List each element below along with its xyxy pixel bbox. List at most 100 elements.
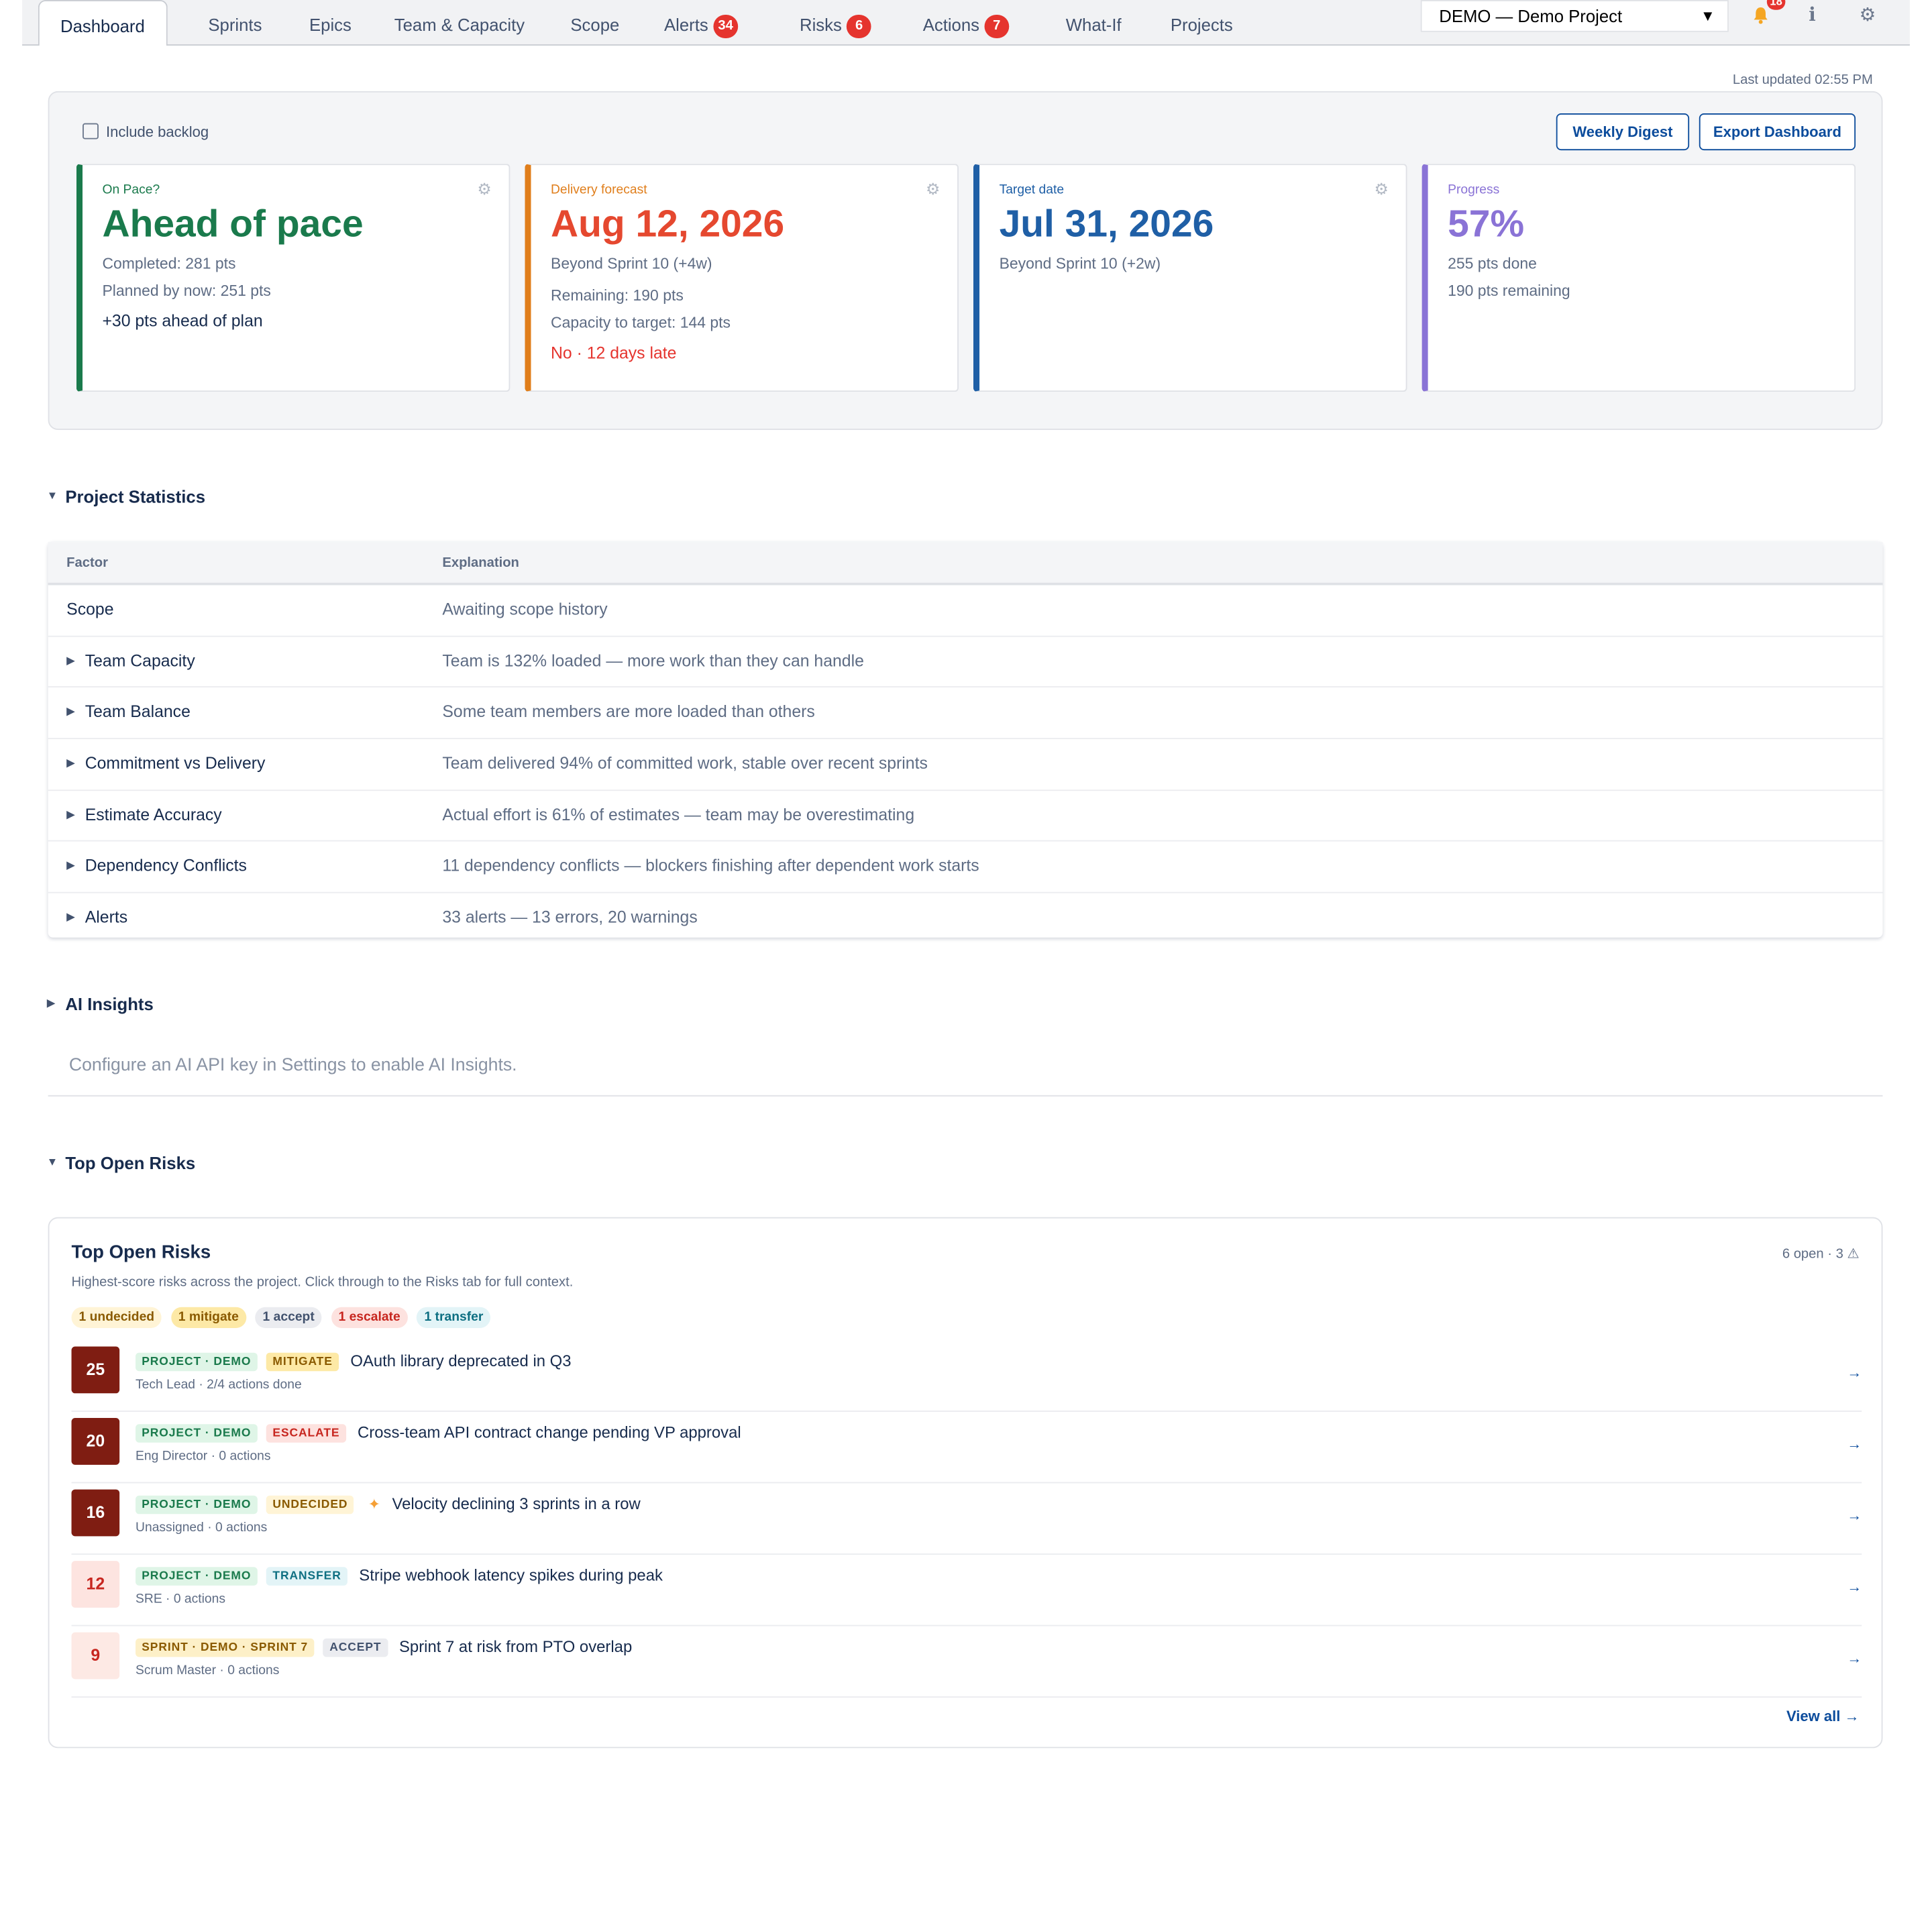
summary-panel: Include backlog Weekly Digest Export Das… <box>48 91 1883 431</box>
tab-epics[interactable]: Epics <box>309 0 352 44</box>
risk-meta: Tech Lead · 2/4 actions done <box>136 1377 302 1392</box>
tab-label: Scope <box>570 15 620 35</box>
caret-right-icon[interactable]: ▶ <box>66 705 85 718</box>
factor-cell: Scope <box>66 600 113 618</box>
project-statistics-toggle[interactable]: ▼ Project Statistics <box>47 486 205 506</box>
table-row: Scope Awaiting scope history <box>48 585 1883 637</box>
include-backlog-checkbox[interactable]: Include backlog <box>83 123 209 140</box>
arrow-right-icon[interactable]: → <box>1847 1649 1862 1667</box>
weekly-digest-button[interactable]: Weekly Digest <box>1556 113 1690 151</box>
risk-row[interactable]: 25 PROJECT · DEMO MITIGATE OAuth library… <box>71 1339 1862 1412</box>
gear-icon[interactable]: ⚙ <box>1860 4 1876 25</box>
factor-label: Estimate Accuracy <box>85 805 222 824</box>
card-value: Aug 12, 2026 <box>551 202 785 245</box>
gear-icon[interactable]: ⚙ <box>926 180 940 199</box>
ai-insights-toggle[interactable]: ▶ AI Insights <box>47 994 154 1013</box>
table-row[interactable]: ▶ Commitment vs Delivery Team delivered 9… <box>48 739 1883 791</box>
factor-label: Dependency Conflicts <box>85 857 247 875</box>
risk-title: Velocity declining 3 sprints in a row <box>392 1494 641 1513</box>
factor-cell: ▶ Team Balance <box>66 703 191 722</box>
pill-mitigate[interactable]: 1 mitigate <box>170 1307 246 1328</box>
factor-cell: ▶ Estimate Accuracy <box>66 806 222 824</box>
gear-icon[interactable]: ⚙ <box>1375 180 1389 199</box>
explanation-cell: Team is 132% loaded — more work than the… <box>442 651 864 670</box>
risk-score: 20 <box>71 1418 120 1465</box>
factor-label: Alerts <box>85 908 128 927</box>
risk-row[interactable]: 20 PROJECT · DEMO ESCALATE Cross-team AP… <box>71 1411 1862 1484</box>
table-row[interactable]: ▶ Team Balance Some team members are more… <box>48 688 1883 740</box>
divider <box>48 1095 1883 1097</box>
ai-insights-message: Configure an AI API key in Settings to e… <box>68 1056 517 1076</box>
caret-right-icon[interactable]: ▶ <box>66 911 85 924</box>
arrow-right-icon[interactable]: → <box>1847 1506 1862 1524</box>
tab-label: Epics <box>309 15 352 35</box>
tab-team-capacity[interactable]: Team & Capacity <box>394 0 525 44</box>
pill-accept[interactable]: 1 accept <box>255 1307 322 1328</box>
pill-escalate[interactable]: 1 escalate <box>331 1307 408 1328</box>
decision-tag: ACCEPT <box>323 1638 388 1657</box>
arrow-right-icon[interactable]: → <box>1847 1435 1862 1453</box>
last-updated: Last updated 02:55 PM <box>1732 72 1873 88</box>
risk-title: Cross-team API contract change pending V… <box>358 1423 741 1441</box>
risk-meta: Eng Director · 0 actions <box>136 1448 271 1464</box>
tab-what-if[interactable]: What-If <box>1066 0 1122 44</box>
risk-row[interactable]: 16 PROJECT · DEMO UNDECIDED ✦ Velocity d… <box>71 1482 1862 1555</box>
arrow-right-icon[interactable]: → <box>1847 1364 1862 1381</box>
risk-title: Stripe webhook latency spikes during pea… <box>359 1566 663 1584</box>
tab-alerts[interactable]: Alerts 34 <box>664 0 739 44</box>
tab-dashboard[interactable]: Dashboard <box>38 0 167 46</box>
section-title: Project Statistics <box>65 486 206 506</box>
factor-cell: ▶ Commitment vs Delivery <box>66 754 265 773</box>
info-icon[interactable]: i <box>1809 4 1815 26</box>
section-title: AI Insights <box>65 994 154 1014</box>
card-line: Planned by now: 251 pts <box>102 282 271 300</box>
table-header: Factor Explanation <box>48 542 1883 586</box>
bell-icon[interactable] <box>1752 6 1770 25</box>
factor-label: Commitment vs Delivery <box>85 754 266 773</box>
tab-sprints[interactable]: Sprints <box>208 0 262 44</box>
caret-right-icon[interactable]: ▶ <box>66 757 85 770</box>
risks-card-title: Top Open Risks <box>71 1242 211 1263</box>
table-row[interactable]: ▶ Alerts 33 alerts — 13 errors, 20 warnin… <box>48 893 1883 944</box>
table-row[interactable]: ▶ Dependency Conflicts 11 dependency conf… <box>48 842 1883 893</box>
caret-right-icon[interactable]: ▶ <box>66 859 85 873</box>
table-row[interactable]: ▶ Estimate Accuracy Actual effort is 61% … <box>48 791 1883 842</box>
tab-label: Actions <box>922 15 980 35</box>
tab-risks[interactable]: Risks 6 <box>800 0 871 44</box>
tab-label: Risks <box>800 15 842 35</box>
factor-label: Team Capacity <box>85 651 195 670</box>
card-line: 190 pts remaining <box>1448 282 1570 300</box>
tab-scope[interactable]: Scope <box>570 0 619 44</box>
card-emphasis: No · 12 days late <box>551 343 677 362</box>
card-value: Jul 31, 2026 <box>999 202 1214 245</box>
scope-tag: PROJECT · DEMO <box>136 1424 258 1443</box>
gear-icon[interactable]: ⚙ <box>477 180 491 199</box>
tab-label: Sprints <box>208 15 262 35</box>
explanation-cell: Actual effort is 61% of estimates — team… <box>442 805 915 824</box>
view-all-link[interactable]: View all → <box>1786 1708 1860 1725</box>
pill-transfer[interactable]: 1 transfer <box>417 1307 491 1328</box>
arrow-right-icon[interactable]: → <box>1847 1578 1862 1596</box>
tab-actions[interactable]: Actions 7 <box>922 0 1010 44</box>
section-title: Top Open Risks <box>65 1153 196 1173</box>
caret-right-icon[interactable]: ▶ <box>66 654 85 667</box>
top-open-risks-toggle[interactable]: ▼ Top Open Risks <box>47 1153 195 1172</box>
scope-tag: PROJECT · DEMO <box>136 1352 258 1372</box>
scope-tag: SPRINT · DEMO · SPRINT 7 <box>136 1638 315 1657</box>
export-dashboard-button[interactable]: Export Dashboard <box>1699 113 1856 151</box>
decision-tag: MITIGATE <box>266 1352 339 1372</box>
pill-undecided[interactable]: 1 undecided <box>71 1307 162 1328</box>
caret-right-icon[interactable]: ▶ <box>66 808 85 821</box>
checkbox-box <box>83 123 99 140</box>
card-label: On Pace? <box>102 182 160 197</box>
tab-label: What-If <box>1065 15 1122 35</box>
tab-projects[interactable]: Projects <box>1171 0 1233 44</box>
risk-row[interactable]: 12 PROJECT · DEMO TRANSFER Stripe webhoo… <box>71 1553 1862 1627</box>
risk-row[interactable]: 9 SPRINT · DEMO · SPRINT 7 ACCEPT Sprint… <box>71 1625 1862 1698</box>
explanation-cell: 33 alerts — 13 errors, 20 warnings <box>442 908 698 927</box>
project-select[interactable]: DEMO — Demo Project ▼ <box>1420 0 1729 32</box>
project-statistics-table: Factor Explanation Scope Awaiting scope … <box>48 542 1883 938</box>
table-row[interactable]: ▶ Team Capacity Team is 132% loaded — mor… <box>48 637 1883 688</box>
risk-score: 16 <box>71 1489 120 1537</box>
decision-tag: TRANSFER <box>266 1567 347 1586</box>
